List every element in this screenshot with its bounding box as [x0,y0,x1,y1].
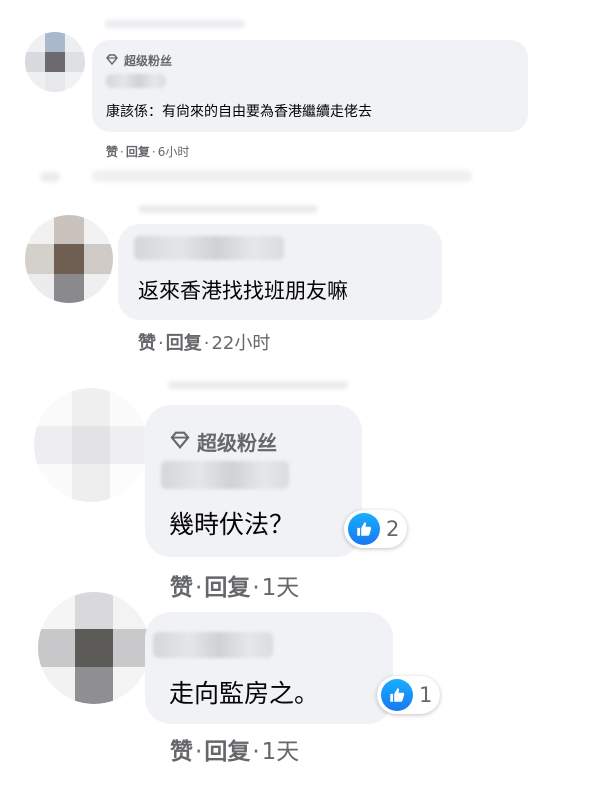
comment-text: 幾時伏法？ [169,510,295,539]
reaction-count: 1 [419,683,433,707]
like-link[interactable]: 赞 [106,145,118,159]
like-link[interactable]: 赞 [138,333,156,354]
comment-text: 返來香港找找班朋友嘛 [138,279,348,303]
collapsed-reply [92,170,472,182]
top-fan-badge[interactable]: 超级粉丝 [106,52,172,69]
collapsed-reply [168,381,348,389]
comment-actions: 赞·回复·1天 [170,575,300,601]
top-fan-badge[interactable]: 超级粉丝 [169,427,277,456]
comment-bubble: 超级粉丝 康該係：有尙來的自由要為香港繼續走佬去 [92,40,528,132]
comment-bubble: 返來香港找找班朋友嘛 [118,224,442,320]
avatar[interactable] [25,32,85,92]
avatar[interactable] [25,215,113,303]
author-name[interactable] [153,632,273,658]
collapsed-reply [40,172,60,182]
reply-link[interactable]: 回复 [126,145,150,159]
author-name[interactable] [161,461,289,489]
comment-bubble: 超级粉丝 幾時伏法？ [145,405,362,557]
diamond-icon [169,430,191,454]
comment-text: 走向監房之。 [169,679,320,708]
reaction-count: 2 [386,517,400,541]
timestamp[interactable]: 1天 [262,739,300,765]
reaction-summary[interactable]: 2 [344,510,408,548]
timestamp[interactable]: 22小时 [211,333,270,354]
badge-label: 超级粉丝 [124,54,173,68]
collapsed-reply [138,205,318,213]
cropped-text-top [105,20,245,28]
reaction-summary[interactable]: 1 [377,676,441,714]
reply-link[interactable]: 回复 [166,333,202,354]
avatar[interactable] [38,592,150,704]
thumbs-up-icon [381,679,413,711]
thumbs-up-icon [348,513,380,545]
author-name[interactable] [106,74,166,88]
reply-link[interactable]: 回复 [204,575,250,601]
avatar[interactable] [34,388,148,502]
author-name[interactable] [134,236,284,260]
comment-actions: 赞·回复·1天 [170,739,300,765]
badge-label: 超级粉丝 [197,431,277,455]
diamond-icon [106,53,118,68]
comment-text: 康該係：有尙來的自由要為香港繼續走佬去 [106,104,372,120]
timestamp[interactable]: 1天 [262,575,300,601]
comment-bubble: 走向監房之。 [145,612,393,724]
like-link[interactable]: 赞 [170,575,193,601]
timestamp[interactable]: 6小时 [158,145,190,159]
reply-link[interactable]: 回复 [204,739,250,765]
like-link[interactable]: 赞 [170,739,193,765]
comment-actions: 赞 · 回复 · 6小时 [106,145,190,159]
comment-actions: 赞 · 回复 · 22小时 [138,333,271,354]
